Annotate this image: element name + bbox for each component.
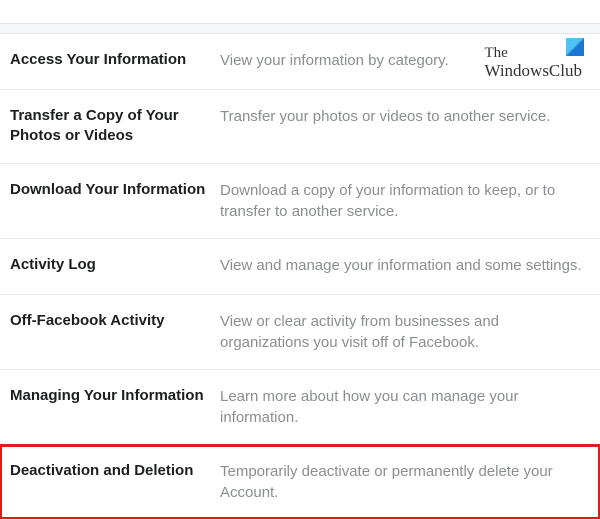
row-desc: View your information by category. [220,50,590,71]
settings-list: Access Your Information View your inform… [0,34,600,519]
top-blank [0,0,600,24]
row-desc: View and manage your information and som… [220,255,590,276]
row-label: Transfer a Copy of Your Photos or Videos [10,106,220,147]
row-off-facebook-activity[interactable]: Off-Facebook Activity View or clear acti… [0,295,600,370]
row-download-information[interactable]: Download Your Information Download a cop… [0,164,600,239]
row-desc: Learn more about how you can manage your… [220,386,590,428]
section-divider [0,24,600,34]
row-label: Activity Log [10,255,220,275]
row-desc: Download a copy of your information to k… [220,180,590,222]
row-label: Off-Facebook Activity [10,311,220,331]
row-desc: Temporarily deactivate or permanently de… [220,461,590,503]
row-desc: View or clear activity from businesses a… [220,311,590,353]
row-label: Access Your Information [10,50,220,70]
row-deactivation-deletion[interactable]: Deactivation and Deletion Temporarily de… [0,445,600,519]
row-desc: Transfer your photos or videos to anothe… [220,106,590,127]
row-label: Download Your Information [10,180,220,200]
row-activity-log[interactable]: Activity Log View and manage your inform… [0,239,600,295]
row-label: Deactivation and Deletion [10,461,220,481]
row-access-your-information[interactable]: Access Your Information View your inform… [0,34,600,90]
row-label: Managing Your Information [10,386,220,406]
row-managing-information[interactable]: Managing Your Information Learn more abo… [0,370,600,445]
row-transfer-copy[interactable]: Transfer a Copy of Your Photos or Videos… [0,90,600,164]
